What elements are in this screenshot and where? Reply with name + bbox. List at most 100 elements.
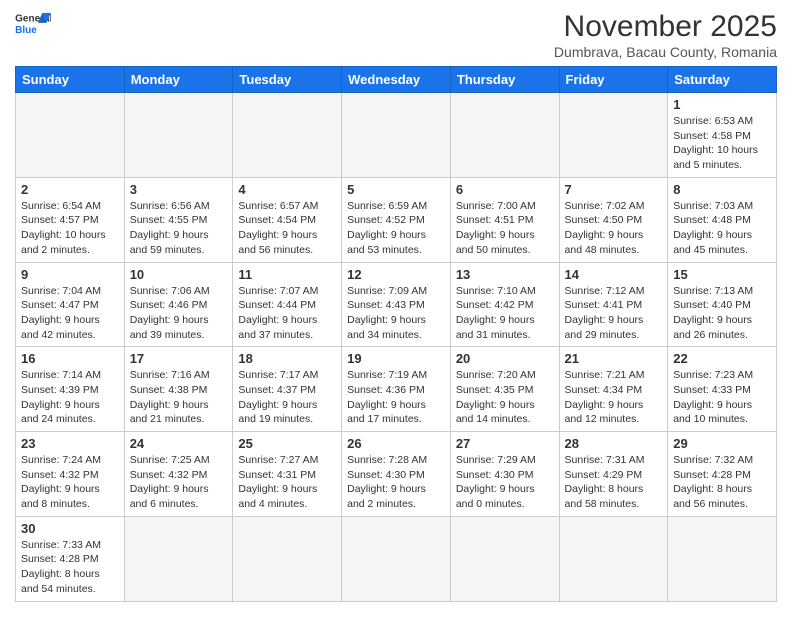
day-info: Sunrise: 7:32 AMSunset: 4:28 PMDaylight:… [673,453,771,512]
calendar-cell: 2 Sunrise: 6:54 AMSunset: 4:57 PMDaylight… [16,177,125,262]
day-number: 4 [238,182,336,197]
day-number: 20 [456,351,554,366]
calendar-week-1: 1Sunrise: 6:53 AMSunset: 4:58 PMDaylight… [16,93,777,178]
day-info: Sunrise: 7:13 AMSunset: 4:40 PMDaylight:… [673,284,771,343]
day-number: 5 [347,182,445,197]
day-number: 29 [673,436,771,451]
day-info: Sunrise: 7:25 AMSunset: 4:32 PMDaylight:… [130,453,228,512]
day-number: 23 [21,436,119,451]
page-header: General Blue November 2025 Dumbrava, Bac… [15,10,777,60]
calendar-cell: 23 Sunrise: 7:24 AMSunset: 4:32 PMDayligh… [16,432,125,517]
calendar-cell [233,93,342,178]
day-info: Sunrise: 7:21 AMSunset: 4:34 PMDaylight:… [565,368,663,427]
calendar-cell: 29 Sunrise: 7:32 AMSunset: 4:28 PMDayligh… [668,432,777,517]
calendar: SundayMondayTuesdayWednesdayThursdayFrid… [15,66,777,602]
day-info: Sunrise: 6:53 AMSunset: 4:58 PMDaylight:… [673,114,771,173]
day-info: Sunrise: 7:07 AMSunset: 4:44 PMDaylight:… [238,284,336,343]
calendar-cell [668,516,777,601]
day-number: 16 [21,351,119,366]
logo: General Blue [15,10,51,40]
calendar-cell [342,93,451,178]
calendar-cell [16,93,125,178]
day-info: Sunrise: 6:56 AMSunset: 4:55 PMDaylight:… [130,199,228,258]
day-info: Sunrise: 7:28 AMSunset: 4:30 PMDaylight:… [347,453,445,512]
day-info: Sunrise: 7:12 AMSunset: 4:41 PMDaylight:… [565,284,663,343]
calendar-week-4: 16 Sunrise: 7:14 AMSunset: 4:39 PMDayligh… [16,347,777,432]
day-number: 14 [565,267,663,282]
weekday-monday: Monday [124,67,233,93]
day-info: Sunrise: 7:33 AMSunset: 4:28 PMDaylight:… [21,538,119,597]
calendar-cell: 11 Sunrise: 7:07 AMSunset: 4:44 PMDayligh… [233,262,342,347]
day-number: 3 [130,182,228,197]
calendar-week-5: 23 Sunrise: 7:24 AMSunset: 4:32 PMDayligh… [16,432,777,517]
day-info: Sunrise: 7:03 AMSunset: 4:48 PMDaylight:… [673,199,771,258]
calendar-cell: 13 Sunrise: 7:10 AMSunset: 4:42 PMDayligh… [450,262,559,347]
calendar-cell: 7Sunrise: 7:02 AMSunset: 4:50 PMDaylight… [559,177,668,262]
weekday-friday: Friday [559,67,668,93]
day-number: 28 [565,436,663,451]
calendar-cell: 12Sunrise: 7:09 AMSunset: 4:43 PMDayligh… [342,262,451,347]
calendar-cell [124,516,233,601]
day-info: Sunrise: 7:20 AMSunset: 4:35 PMDaylight:… [456,368,554,427]
month-title: November 2025 [554,10,777,44]
calendar-cell [233,516,342,601]
logo-icon: General Blue [15,10,51,40]
day-info: Sunrise: 7:09 AMSunset: 4:43 PMDaylight:… [347,284,445,343]
calendar-cell: 30Sunrise: 7:33 AMSunset: 4:28 PMDayligh… [16,516,125,601]
day-number: 2 [21,182,119,197]
svg-text:Blue: Blue [15,25,37,36]
day-number: 27 [456,436,554,451]
day-info: Sunrise: 7:10 AMSunset: 4:42 PMDaylight:… [456,284,554,343]
day-info: Sunrise: 6:59 AMSunset: 4:52 PMDaylight:… [347,199,445,258]
weekday-sunday: Sunday [16,67,125,93]
day-number: 26 [347,436,445,451]
calendar-cell: 21 Sunrise: 7:21 AMSunset: 4:34 PMDayligh… [559,347,668,432]
day-number: 25 [238,436,336,451]
calendar-cell: 25 Sunrise: 7:27 AMSunset: 4:31 PMDayligh… [233,432,342,517]
day-number: 19 [347,351,445,366]
calendar-week-3: 9 Sunrise: 7:04 AMSunset: 4:47 PMDaylight… [16,262,777,347]
calendar-cell: 1Sunrise: 6:53 AMSunset: 4:58 PMDaylight… [668,93,777,178]
day-number: 9 [21,267,119,282]
day-info: Sunrise: 6:57 AMSunset: 4:54 PMDaylight:… [238,199,336,258]
day-number: 21 [565,351,663,366]
day-number: 17 [130,351,228,366]
day-number: 6 [456,182,554,197]
calendar-cell: 16 Sunrise: 7:14 AMSunset: 4:39 PMDayligh… [16,347,125,432]
calendar-cell: 24Sunrise: 7:25 AMSunset: 4:32 PMDayligh… [124,432,233,517]
calendar-cell [124,93,233,178]
weekday-header-row: SundayMondayTuesdayWednesdayThursdayFrid… [16,67,777,93]
day-info: Sunrise: 7:02 AMSunset: 4:50 PMDaylight:… [565,199,663,258]
calendar-cell: 10Sunrise: 7:06 AMSunset: 4:46 PMDayligh… [124,262,233,347]
calendar-cell: 9 Sunrise: 7:04 AMSunset: 4:47 PMDaylight… [16,262,125,347]
day-number: 22 [673,351,771,366]
day-info: Sunrise: 7:19 AMSunset: 4:36 PMDaylight:… [347,368,445,427]
day-number: 13 [456,267,554,282]
weekday-saturday: Saturday [668,67,777,93]
calendar-cell: 19 Sunrise: 7:19 AMSunset: 4:36 PMDayligh… [342,347,451,432]
calendar-cell: 22 Sunrise: 7:23 AMSunset: 4:33 PMDayligh… [668,347,777,432]
calendar-cell: 8Sunrise: 7:03 AMSunset: 4:48 PMDaylight… [668,177,777,262]
day-info: Sunrise: 7:04 AMSunset: 4:47 PMDaylight:… [21,284,119,343]
day-info: Sunrise: 6:54 AMSunset: 4:57 PMDaylight:… [21,199,119,258]
day-info: Sunrise: 7:29 AMSunset: 4:30 PMDaylight:… [456,453,554,512]
calendar-cell: 4 Sunrise: 6:57 AMSunset: 4:54 PMDaylight… [233,177,342,262]
calendar-cell [342,516,451,601]
day-info: Sunrise: 7:23 AMSunset: 4:33 PMDaylight:… [673,368,771,427]
calendar-cell: 20 Sunrise: 7:20 AMSunset: 4:35 PMDayligh… [450,347,559,432]
weekday-thursday: Thursday [450,67,559,93]
day-info: Sunrise: 7:00 AMSunset: 4:51 PMDaylight:… [456,199,554,258]
day-number: 11 [238,267,336,282]
calendar-cell [450,516,559,601]
calendar-cell [559,93,668,178]
day-info: Sunrise: 7:14 AMSunset: 4:39 PMDaylight:… [21,368,119,427]
day-number: 10 [130,267,228,282]
calendar-cell [559,516,668,601]
day-info: Sunrise: 7:27 AMSunset: 4:31 PMDaylight:… [238,453,336,512]
calendar-cell: 3 Sunrise: 6:56 AMSunset: 4:55 PMDaylight… [124,177,233,262]
day-info: Sunrise: 7:31 AMSunset: 4:29 PMDaylight:… [565,453,663,512]
weekday-wednesday: Wednesday [342,67,451,93]
day-info: Sunrise: 7:17 AMSunset: 4:37 PMDaylight:… [238,368,336,427]
day-info: Sunrise: 7:24 AMSunset: 4:32 PMDaylight:… [21,453,119,512]
calendar-cell: 27 Sunrise: 7:29 AMSunset: 4:30 PMDayligh… [450,432,559,517]
